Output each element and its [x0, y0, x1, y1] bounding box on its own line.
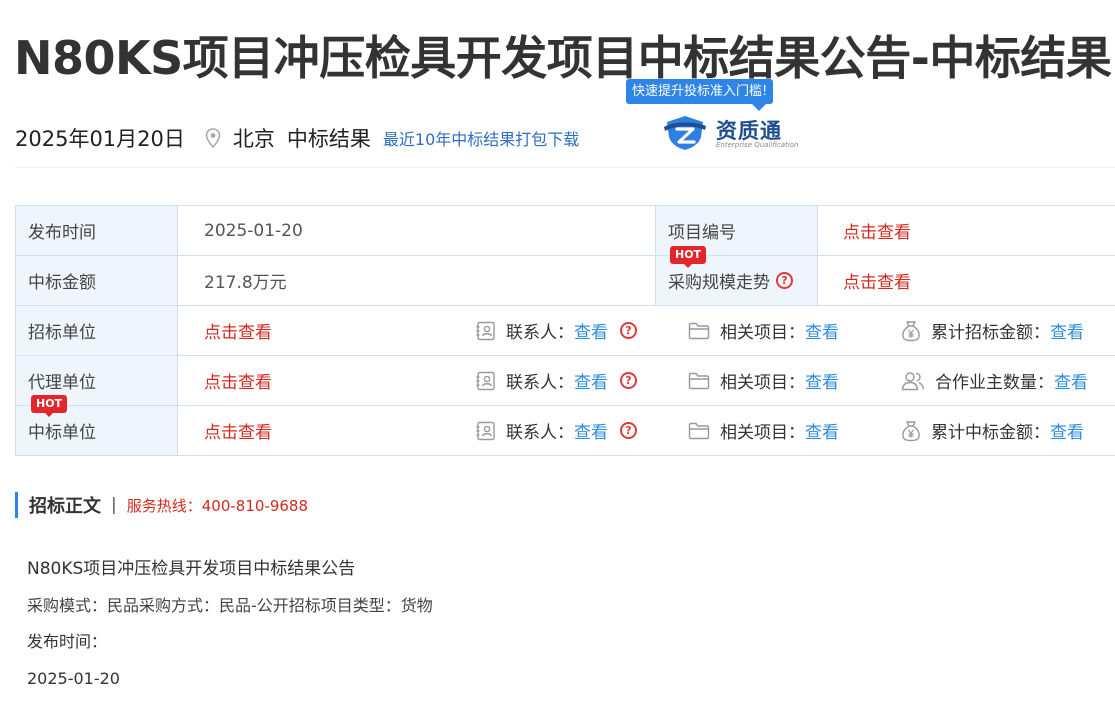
help-icon[interactable]: ? [776, 272, 793, 289]
contact-label: 联系人： [506, 323, 574, 343]
related-view-link[interactable]: 查看 [805, 418, 839, 443]
content-title: N80KS项目冲压检具开发项目中标结果公告 [27, 559, 356, 579]
extra-view-link[interactable]: 查看 [1054, 368, 1088, 393]
page-title: N80KS项目冲压检具开发项目中标结果公告-中标结果 [14, 31, 1112, 85]
tenderer-related: 相关项目： 查看 [688, 306, 839, 355]
related-label: 相关项目： [720, 373, 805, 393]
related-label: 相关项目： [720, 323, 805, 343]
info-row-amount: 中标金额 217.8万元 采购规模走势 ? 点击查看 [16, 256, 1115, 306]
winner-related: 相关项目： 查看 [688, 406, 839, 455]
related-view-link[interactable]: 查看 [805, 368, 839, 393]
info-row-winner: 中标单位 点击查看 联系人： 查看 ? 相关项目： 查看 累计中标金额： 查看 [16, 406, 1115, 456]
divider [15, 167, 1115, 168]
related-label: 相关项目： [720, 423, 805, 443]
contact-label: 联系人： [506, 423, 574, 443]
extra-view-link[interactable]: 查看 [1050, 318, 1084, 343]
agency-link[interactable]: 点击查看 [204, 356, 272, 405]
section-separator: | [111, 495, 117, 515]
location-pin-icon [205, 128, 221, 148]
promo-brand-sub: Enterprise Qualification [716, 141, 799, 149]
winner-link[interactable]: 点击查看 [204, 406, 272, 455]
money-bag-icon [902, 420, 920, 441]
download-link[interactable]: 最近10年中标结果打包下载 [383, 126, 579, 150]
contact-card-icon [476, 371, 495, 390]
extra-label: 累计中标金额： [931, 423, 1050, 443]
trend-link[interactable]: 点击查看 [843, 256, 911, 305]
agency-contact: 联系人： 查看 ? [476, 356, 637, 405]
winner-label: 中标单位 [16, 406, 178, 455]
service-hotline: 服务热线：400-810-9688 [126, 496, 308, 515]
extra-label: 合作业主数量： [935, 373, 1054, 393]
folder-icon [688, 372, 710, 389]
contact-card-icon [476, 321, 495, 340]
publish-time-value: 2025-01-20 [204, 220, 303, 241]
amount-value: 217.8万元 [204, 273, 287, 293]
section-title: 招标正文 [29, 496, 101, 517]
shield-logo-icon [664, 116, 706, 150]
help-icon[interactable]: ? [620, 372, 637, 389]
agency-related: 相关项目： 查看 [688, 356, 839, 405]
tenderer-contact: 联系人： 查看 ? [476, 306, 637, 355]
hot-badge: HOT [31, 395, 68, 417]
section-header: 招标正文 | 服务热线：400-810-9688 [15, 492, 308, 518]
info-row-tenderer: 招标单位 点击查看 联系人： 查看 ? 相关项目： 查看 累计招标金额： 查看 [16, 306, 1115, 356]
publish-time-label: 发布时间 [16, 206, 178, 255]
qualification-promo[interactable]: 快速提升投标准入门槛! 资质通 Enterprise Qualification [626, 79, 798, 151]
folder-icon [688, 422, 710, 439]
info-row-agency: 代理单位 点击查看 联系人： 查看 ? 相关项目： 查看 合作业主数量： 查看 [16, 356, 1115, 406]
project-no-link[interactable]: 点击查看 [843, 206, 911, 255]
tenderer-link[interactable]: 点击查看 [204, 306, 272, 355]
info-row-publish: 发布时间 2025-01-20 项目编号 点击查看 [16, 206, 1115, 256]
content-procurement-mode: 采购模式：民品采购方式：民品-公开招标项目类型：货物 [27, 596, 433, 615]
extra-label: 累计招标金额： [931, 323, 1050, 343]
extra-view-link[interactable]: 查看 [1050, 418, 1084, 443]
zizhitong-logo[interactable]: 资质通 Enterprise Qualification [660, 113, 798, 151]
help-icon[interactable]: ? [620, 322, 637, 339]
info-table: 发布时间 2025-01-20 项目编号 点击查看 中标金额 217.8万元 采… [15, 205, 1115, 456]
announcement-meta: 2025年01月20日 北京 中标结果 最近10年中标结果打包下载 [15, 124, 579, 152]
content-publish-date: 2025-01-20 [27, 669, 120, 688]
help-icon[interactable]: ? [620, 422, 637, 439]
agency-extra: 合作业主数量： 查看 [901, 356, 1088, 405]
publish-date: 2025年01月20日 [15, 127, 185, 151]
users-icon [901, 371, 925, 390]
contact-view-link[interactable]: 查看 [574, 368, 608, 393]
contact-view-link[interactable]: 查看 [574, 318, 608, 343]
money-bag-icon [902, 320, 920, 341]
winner-contact: 联系人： 查看 ? [476, 406, 637, 455]
contact-label: 联系人： [506, 373, 574, 393]
city: 北京 [232, 127, 275, 151]
announcement-type: 中标结果 [286, 127, 371, 151]
winner-extra: 累计中标金额： 查看 [901, 406, 1084, 455]
content-publish-time-label: 发布时间： [27, 632, 108, 651]
tenderer-extra: 累计招标金额： 查看 [901, 306, 1084, 355]
folder-icon [688, 322, 710, 339]
contact-view-link[interactable]: 查看 [574, 418, 608, 443]
hot-badge: HOT [670, 246, 707, 268]
trend-label-text: 采购规模走势 [668, 273, 770, 293]
amount-label: 中标金额 [16, 256, 178, 305]
contact-card-icon [476, 421, 495, 440]
related-view-link[interactable]: 查看 [805, 318, 839, 343]
tenderer-label: 招标单位 [16, 306, 178, 355]
promo-bubble[interactable]: 快速提升投标准入门槛! [626, 79, 774, 111]
